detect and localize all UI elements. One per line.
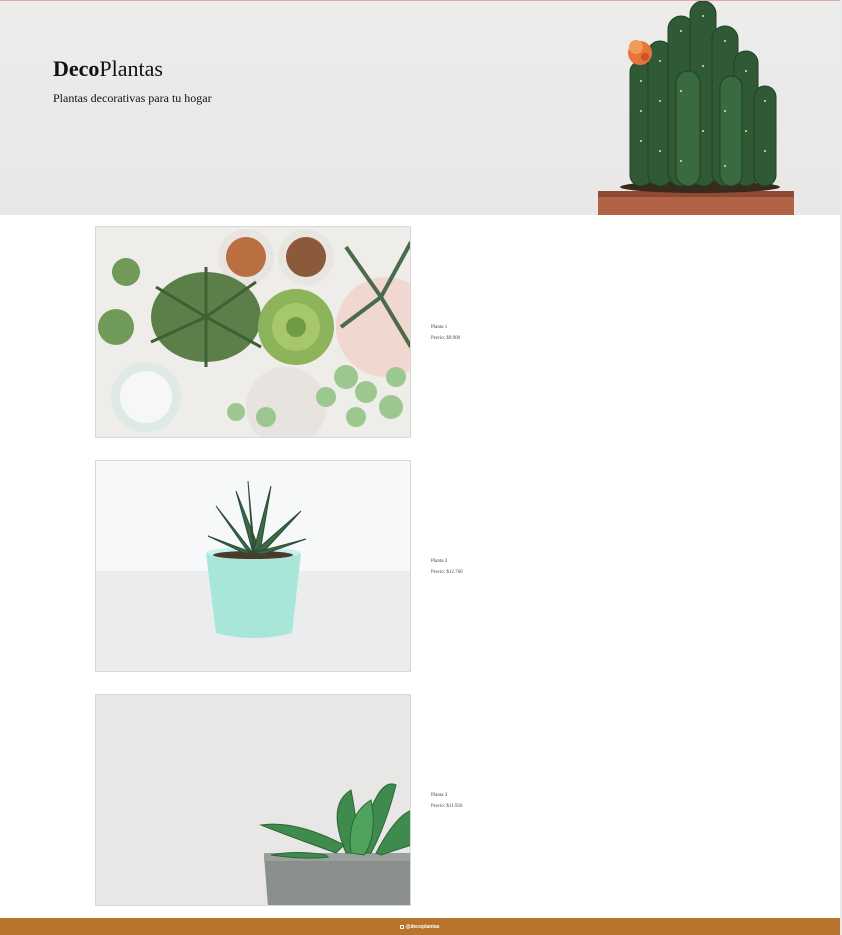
instagram-link[interactable]: @decoplantas xyxy=(400,923,440,930)
succulents-topview-illustration xyxy=(96,227,410,437)
product-info-2: Planta 2 Precio: $12.760 xyxy=(431,556,463,578)
instagram-icon xyxy=(400,924,405,929)
succulent-mint-pot-illustration xyxy=(96,461,410,671)
product-image-2[interactable] xyxy=(95,460,411,672)
product-info-3: Planta 3 Precio: $11.950 xyxy=(431,790,462,812)
product-name-1: Planta 1 xyxy=(431,325,448,330)
product-price-3: Precio: $11.950 xyxy=(431,804,463,809)
product-price-2: Precio: $12.760 xyxy=(431,570,463,575)
page-title: DecoPlantas xyxy=(53,56,163,82)
product-image-3[interactable] xyxy=(95,694,411,906)
hero-cactus-image xyxy=(598,1,794,215)
product-price-1: Precio: $9.900 xyxy=(431,336,461,341)
product-name-2: Planta 2 xyxy=(431,559,448,564)
instagram-handle: @decoplantas xyxy=(405,923,440,930)
hero-banner: DecoPlantas Plantas decorativas para tu … xyxy=(0,1,840,215)
tagline: Plantas decorativas para tu hogar xyxy=(53,91,212,105)
product-info-1: Planta 1 Precio: $9.900 xyxy=(431,322,460,344)
succulent-grey-pot-illustration xyxy=(96,695,410,905)
product-name-3: Planta 3 xyxy=(431,793,448,798)
brand-bold: Deco xyxy=(53,56,100,81)
footer: @decoplantas xyxy=(0,918,840,935)
product-image-1[interactable] xyxy=(95,226,411,438)
brand-regular: Plantas xyxy=(99,56,163,81)
